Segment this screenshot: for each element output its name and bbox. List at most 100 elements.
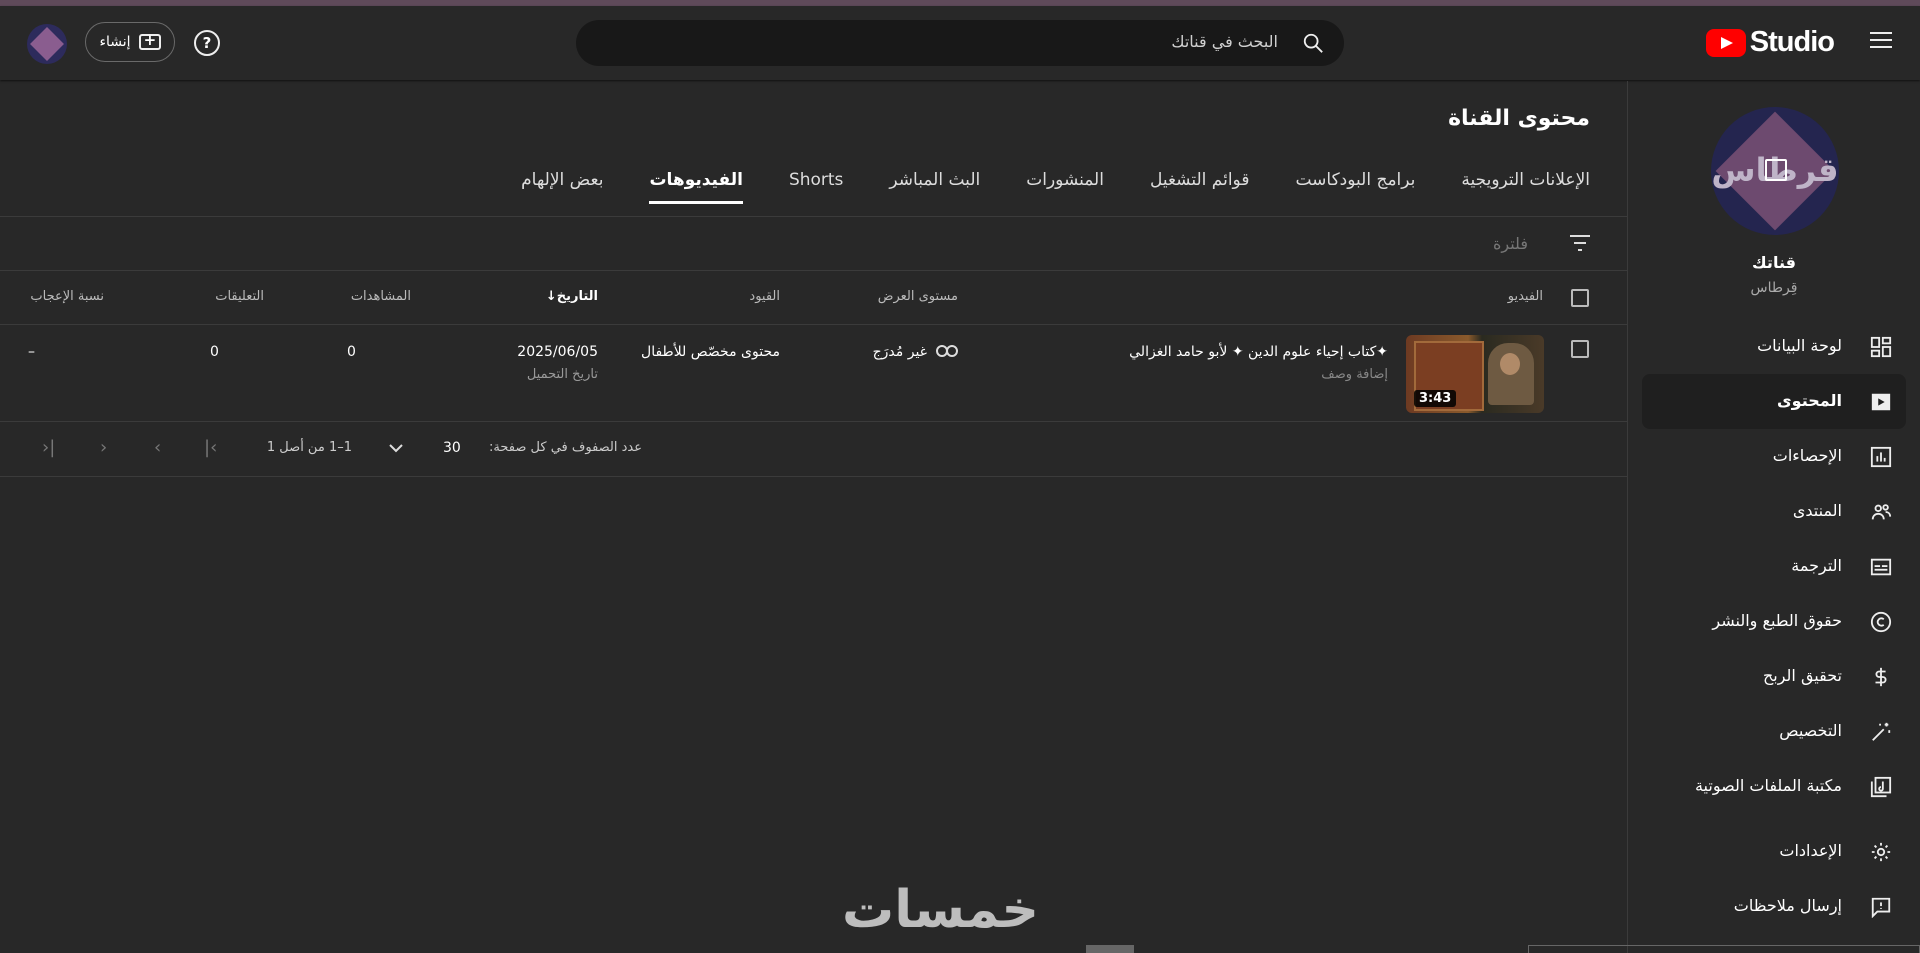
tab-videos[interactable]: الفيديوهات [649,170,743,204]
open-channel-icon[interactable] [1765,159,1787,181]
video-thumbnail[interactable]: 3:43 [1406,335,1544,413]
last-page-icon[interactable]: ›| [42,437,55,458]
column-header-visibility: مستوى العرض [877,289,958,304]
tab-shorts[interactable]: Shorts [789,170,843,204]
sidebar: قرطاس قناتك قِرطاس لوحة البيانات المحتوى… [1627,81,1920,953]
column-header-video: الفيديو [1507,289,1543,304]
chevron-down-icon[interactable] [389,443,403,453]
column-header-date-label: التاريخ [556,289,598,304]
sidebar-item-label: تحقيق الربح [1762,666,1842,685]
comments-value: 0 [210,344,219,360]
filter-input[interactable]: فلترة [1493,234,1528,253]
feedback-icon [1871,897,1891,918]
page-range: 1–1 من أصل 1 [266,440,352,455]
tab-inspiration[interactable]: بعض الإلهام [521,170,603,204]
row-divider [0,421,1627,422]
create-video-icon [138,31,161,50]
search-input[interactable]: البحث في قناتك [576,20,1344,66]
restrictions-value: محتوى مخصّص للأطفال [641,344,780,360]
sidebar-item-label: الإحصاءات [1772,446,1842,465]
page-title: محتوى القناة [1448,106,1590,131]
column-header-views: المشاهدات [350,289,411,304]
studio-logo[interactable]: Studio [1705,26,1835,59]
sidebar-item-label: الترجمة [1791,556,1842,575]
tab-playlists[interactable]: قوائم التشغيل [1150,170,1250,204]
next-page-icon[interactable]: › [100,437,107,458]
tab-posts[interactable]: المنشورات [1026,170,1104,204]
channel-avatar[interactable]: قرطاس [1711,107,1839,235]
dashboard-icon [1870,336,1892,358]
top-bar: Studio البحث في قناتك ? إنشاء [0,6,1920,80]
filter-icon[interactable] [1568,233,1592,253]
sidebar-item-audio-library[interactable]: مكتبة الملفات الصوتية [1628,759,1920,814]
channel-name: قِرطاس [1750,280,1798,296]
sidebar-item-community[interactable]: المنتدى [1628,484,1920,539]
content-tabs: بعض الإلهام الفيديوهات Shorts البث المبا… [521,170,1590,204]
date-type: تاريخ التحميل [526,367,598,382]
sidebar-item-label: إرسال ملاحظات [1733,896,1842,915]
community-icon [1871,504,1892,520]
sidebar-item-copyright[interactable]: حقوق الطبع والنشر [1628,594,1920,649]
sidebar-item-label: الإعدادات [1779,841,1842,860]
previous-page-icon[interactable]: ‹ [154,437,161,458]
link-icon [936,345,958,357]
video-title[interactable]: ✦كتاب إحياء علوم الدين ✦ لأبو حامد الغزا… [1129,344,1388,360]
search-icon [1303,33,1323,53]
youtube-play-icon [1705,28,1746,57]
likes-value: – [28,344,35,360]
sidebar-item-customization[interactable]: التخصيص [1628,704,1920,759]
sidebar-item-dashboard[interactable]: لوحة البيانات [1628,319,1920,374]
tab-live[interactable]: البث المباشر [889,170,980,204]
filter-divider [0,270,1627,271]
customization-icon [1872,722,1891,741]
account-avatar[interactable] [27,24,67,64]
thumbnail-face [1500,353,1520,375]
first-page-icon[interactable]: |‹ [204,437,217,458]
studio-logo-text: Studio [1749,26,1835,58]
content-icon [1871,393,1891,411]
column-header-restrictions: القيود [749,289,780,304]
watermark: خمسات [842,880,1041,940]
settings-icon [1871,842,1891,862]
header-divider [0,324,1627,325]
sidebar-item-content[interactable]: المحتوى [1628,374,1920,429]
create-button[interactable]: إنشاء [85,22,175,62]
row-checkbox[interactable] [1571,340,1589,358]
column-header-comments: التعليقات [215,289,264,304]
audio-library-icon [1870,776,1892,798]
sidebar-item-label: لوحة البيانات [1757,336,1842,355]
sidebar-item-label: المنتدى [1792,501,1842,520]
date-value: 2025/06/05 [517,344,598,360]
sidebar-item-feedback[interactable]: إرسال ملاحظات [1628,879,1920,934]
visibility-value[interactable]: غير مُدرَج [873,344,927,360]
channel-title: قناتك [1752,253,1796,272]
horizontal-scrollbar-thumb[interactable] [1086,945,1134,953]
sidebar-item-label: حقوق الطبع والنشر [1712,611,1842,630]
help-icon[interactable]: ? [194,30,220,56]
analytics-icon [1870,446,1892,468]
subtitles-icon [1870,558,1892,576]
rows-per-page-label: عدد الصفوف في كل صفحة: [489,440,642,455]
column-header-likes: نسبة الإعجاب [30,289,104,304]
sidebar-item-monetization[interactable]: تحقيق الربح [1628,649,1920,704]
add-description-link[interactable]: إضافة وصف [1321,367,1388,382]
bottom-panel-edge [1528,945,1920,953]
tab-podcasts[interactable]: برامج البودكاست [1295,170,1415,204]
copyright-icon [1870,611,1892,633]
views-value: 0 [347,344,356,360]
monetization-icon [1875,667,1887,687]
tabs-divider [0,216,1627,217]
search-placeholder: البحث في قناتك [1171,32,1278,51]
sidebar-item-analytics[interactable]: الإحصاءات [1628,429,1920,484]
create-label: إنشاء [99,34,131,50]
sidebar-item-label: المحتوى [1777,391,1842,410]
menu-icon[interactable] [1870,32,1892,50]
column-header-date[interactable]: ↓التاريخ [540,289,598,304]
sidebar-item-settings[interactable]: الإعدادات [1628,824,1920,879]
rows-per-page-value[interactable]: 30 [443,440,461,456]
sidebar-item-label: التخصيص [1779,721,1842,740]
tab-promotions[interactable]: الإعلانات الترويجية [1461,170,1590,204]
sidebar-nav: لوحة البيانات المحتوى الإحصاءات المنتدى … [1628,319,1920,934]
sidebar-item-subtitles[interactable]: الترجمة [1628,539,1920,594]
select-all-checkbox[interactable] [1571,289,1589,307]
